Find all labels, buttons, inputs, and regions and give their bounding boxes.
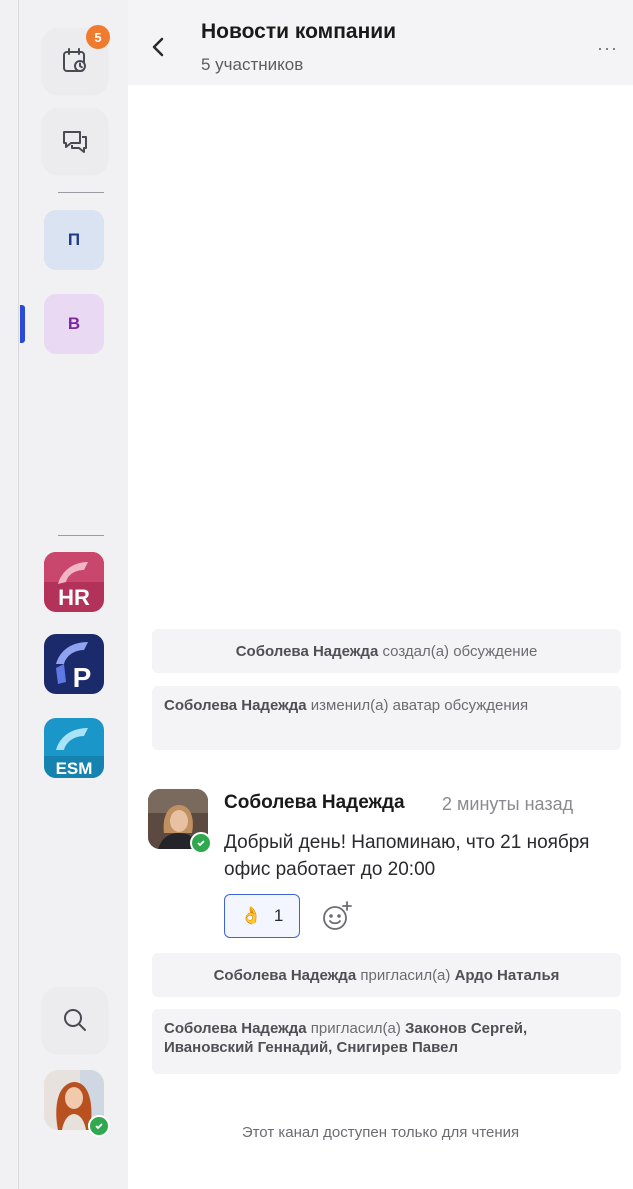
search-icon: [64, 1009, 86, 1031]
space-v-letter: В: [67, 314, 81, 333]
hr-app-button[interactable]: HR: [44, 552, 104, 612]
chat-bubbles-icon: [63, 131, 87, 153]
system-actor[interactable]: Соболева Надежда: [164, 1020, 307, 1037]
online-status-icon: [88, 1115, 110, 1137]
space-v-button[interactable]: В: [44, 294, 104, 354]
hr-app-icon: HR: [44, 552, 104, 612]
notification-badge: 5: [86, 25, 110, 49]
chats-button[interactable]: [42, 108, 108, 174]
back-button[interactable]: [150, 36, 166, 63]
space-p-letter: П: [67, 230, 81, 249]
rail-edge: [18, 0, 19, 1189]
system-actor[interactable]: Соболева Надежда: [236, 643, 379, 660]
system-message: Соболева Надежда изменил(а) аватар обсуж…: [152, 686, 621, 750]
participants-count[interactable]: 5 участников: [201, 55, 303, 75]
system-actor[interactable]: Соболева Надежда: [214, 967, 357, 984]
project-app-label: P: [73, 662, 92, 693]
reaction-chip[interactable]: 👌 1: [224, 894, 300, 938]
rail-divider: [58, 192, 104, 193]
project-app-icon: P: [44, 634, 104, 694]
system-text: создал(а) обсуждение: [378, 642, 538, 660]
system-message: Соболева Надежда пригласил(а) Ардо Натал…: [152, 953, 621, 997]
esm-app-label: ESM: [56, 759, 93, 778]
channel-title: Новости компании: [201, 20, 397, 43]
system-text: пригласил(а): [306, 1020, 405, 1037]
space-p-button[interactable]: П: [44, 210, 104, 270]
ok-hand-icon: 👌: [240, 906, 262, 925]
system-target[interactable]: Ардо Наталья: [455, 967, 560, 984]
add-emoji-icon: [323, 901, 352, 930]
message-text: Добрый день! Напоминаю, что 21 ноября оф…: [224, 832, 590, 880]
message-author-name[interactable]: Соболева Надежда: [224, 792, 405, 814]
add-reaction-button[interactable]: [320, 899, 354, 938]
more-options-button[interactable]: ···: [597, 38, 618, 59]
search-button[interactable]: [42, 987, 108, 1053]
system-message: Соболева Надежда создал(а) обсуждение: [152, 629, 621, 673]
esm-app-button[interactable]: ESM: [44, 718, 104, 778]
reaction-count: 1: [273, 906, 284, 925]
active-indicator: [20, 305, 25, 343]
project-app-button[interactable]: P: [44, 634, 104, 694]
system-actor[interactable]: Соболева Надежда: [164, 697, 307, 714]
calendar-clock-icon: [63, 48, 86, 72]
rail-divider: [58, 535, 104, 536]
hr-app-label: HR: [58, 585, 90, 610]
chevron-left-icon: [152, 37, 164, 57]
author-online-icon: [190, 832, 212, 854]
system-text: изменил(а) аватар обсуждения: [306, 697, 529, 714]
message-timestamp: 2 минуты назад: [442, 794, 574, 814]
readonly-notice: Этот канал доступен только для чтения: [241, 1124, 520, 1141]
system-text: пригласил(а): [356, 966, 455, 984]
system-message: Соболева Надежда пригласил(а) Законов Се…: [152, 1009, 621, 1074]
esm-app-icon: ESM: [44, 718, 104, 778]
